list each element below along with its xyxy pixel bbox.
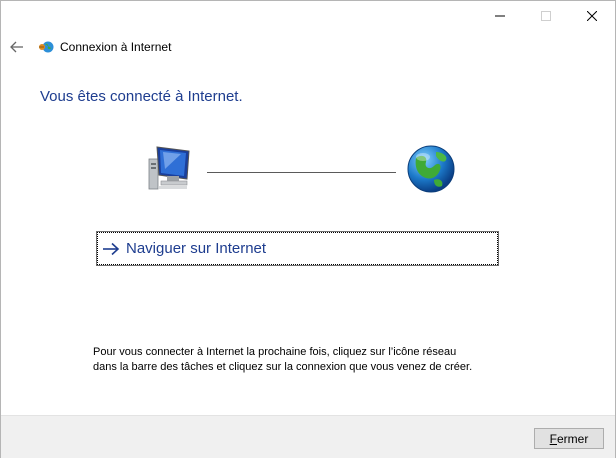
close-icon [587, 11, 597, 21]
browse-internet-link[interactable]: Naviguer sur Internet [96, 231, 499, 266]
wizard-window: Connexion à Internet Vous êtes connecté … [0, 0, 616, 458]
footer-bar: Fermer [1, 415, 615, 458]
computer-icon [148, 146, 190, 190]
maximize-button[interactable] [523, 1, 569, 31]
network-globe-icon [39, 41, 54, 53]
arrow-left-icon [10, 41, 23, 53]
minimize-icon [495, 15, 505, 17]
close-button[interactable]: Fermer [534, 428, 604, 449]
maximize-icon [541, 11, 551, 21]
back-button[interactable] [6, 37, 28, 57]
minimize-button[interactable] [477, 1, 523, 31]
browse-internet-label: Naviguer sur Internet [126, 240, 267, 257]
close-button-label-rest: ermer [557, 431, 589, 446]
window-title: Connexion à Internet [60, 40, 172, 54]
globe-icon [407, 145, 455, 193]
close-window-button[interactable] [569, 1, 615, 31]
instructions-text: Pour vous connecter à Internet la procha… [93, 346, 473, 373]
arrow-right-icon [102, 241, 120, 257]
close-button-mnemonic: F [549, 431, 557, 446]
connection-line [207, 172, 396, 173]
page-title: Vous êtes connecté à Internet. [40, 88, 243, 105]
